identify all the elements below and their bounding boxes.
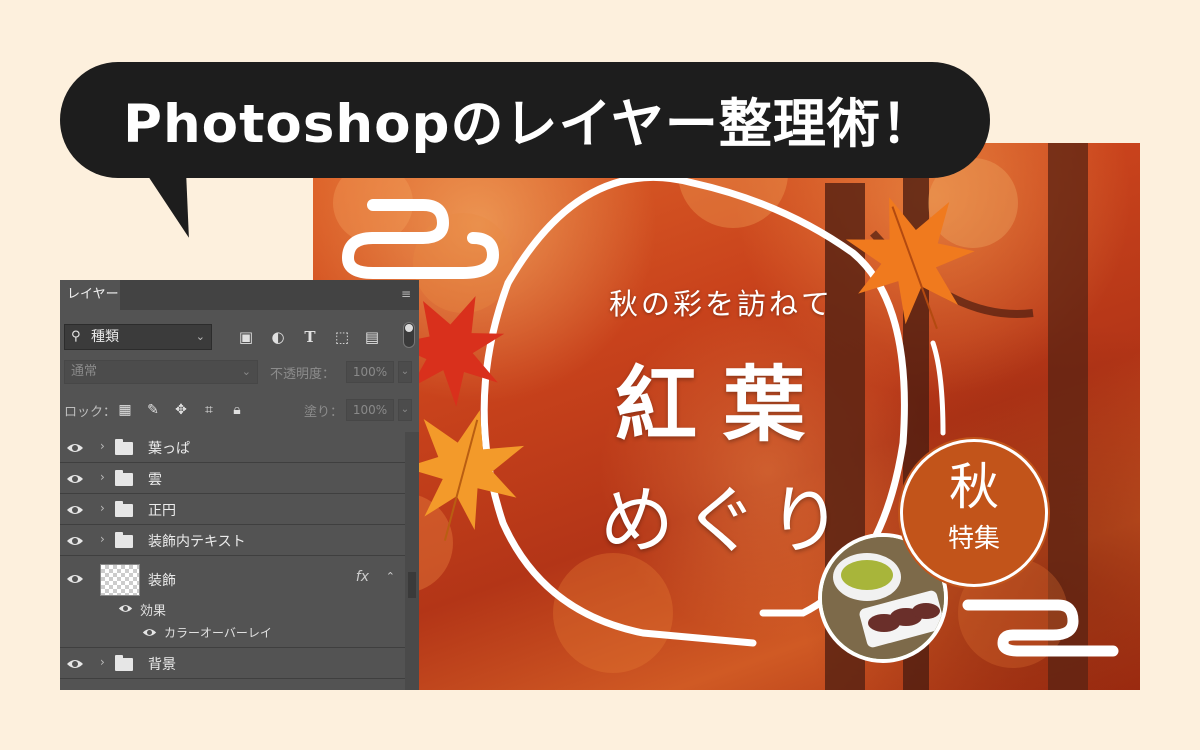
eye-icon[interactable] <box>66 570 84 588</box>
layer-name: 雲 <box>148 472 162 488</box>
fx-icon[interactable]: fx <box>356 569 369 585</box>
opacity-dropdown-icon[interactable]: ⌄ <box>398 361 412 383</box>
filter-toggle[interactable] <box>403 322 415 348</box>
opacity-label: 不透明度： <box>270 367 336 382</box>
frame-accent <box>930 340 946 436</box>
smart-object-filter-icon[interactable]: ▤ <box>362 326 382 348</box>
layer-row[interactable]: › 雲 <box>60 463 405 494</box>
folder-icon <box>115 532 133 548</box>
chevron-right-icon[interactable]: › <box>100 470 105 484</box>
eye-icon[interactable] <box>66 470 84 488</box>
image-filter-icon[interactable]: ▣ <box>236 326 256 348</box>
search-icon: ⚲ <box>71 329 81 344</box>
chevron-right-icon[interactable]: › <box>100 501 105 515</box>
lock-image-icon[interactable]: ✎ <box>144 400 162 420</box>
opacity-input[interactable]: 100% <box>346 361 394 383</box>
layer-thumbnail <box>100 564 140 596</box>
blend-mode-value: 通常 <box>71 364 98 379</box>
panel-tab-bar: レイヤー ≡ <box>60 280 419 310</box>
chevron-down-icon: ⌄ <box>241 365 251 378</box>
eye-icon[interactable] <box>142 625 157 640</box>
layer-row[interactable]: › 装飾内テキスト <box>60 525 405 556</box>
eye-icon[interactable] <box>66 655 84 673</box>
banner-tagline: 秋の彩を訪ねて <box>608 287 833 321</box>
lock-transparent-icon[interactable]: ▦ <box>116 400 134 420</box>
adjustment-filter-icon[interactable]: ◐ <box>268 326 288 348</box>
layer-name: 葉っぱ <box>148 441 190 457</box>
chevron-down-icon: ⌄ <box>195 330 205 343</box>
lock-all-icon[interactable]: 🔒︎ <box>228 400 246 420</box>
speech-bubble: Photoshopのレイヤー整理術！ <box>60 62 990 178</box>
layer-name: 背景 <box>148 657 176 673</box>
chevron-right-icon[interactable]: › <box>100 655 105 669</box>
eye-icon[interactable] <box>118 601 133 616</box>
eye-icon[interactable] <box>66 501 84 519</box>
folder-icon <box>115 439 133 455</box>
effects-label: 効果 <box>140 604 167 619</box>
lock-artboard-icon[interactable]: ⌗ <box>200 400 218 420</box>
folder-icon <box>115 501 133 517</box>
lock-position-icon[interactable]: ✥ <box>172 400 190 420</box>
badge-main-text: 秋 <box>949 458 999 516</box>
chevron-right-icon[interactable]: › <box>100 439 105 453</box>
eye-icon[interactable] <box>66 532 84 550</box>
layers-panel: レイヤー ≡ ⚲ 種類 ⌄ ▣ ◐ T ⬚ ▤ 通常 ⌄ 不透明度： 100% … <box>60 280 419 690</box>
fill-label: 塗り： <box>304 405 344 420</box>
kind-filter-value: 種類 <box>91 329 119 345</box>
banner-title-line2: めぐり <box>600 478 852 564</box>
layer-name: 正円 <box>148 503 176 519</box>
autumn-special-badge: 秋 特集 <box>900 439 1048 587</box>
layer-name: 装飾内テキスト <box>148 534 246 550</box>
fill-dropdown-icon[interactable]: ⌄ <box>398 399 412 421</box>
effect-item-label: カラーオーバーレイ <box>164 626 272 640</box>
autumn-banner: 秋の彩を訪ねて 紅葉 めぐり 秋 特集 <box>313 143 1140 690</box>
tab-layers[interactable]: レイヤー <box>60 280 120 310</box>
panel-menu-icon[interactable]: ≡ <box>401 288 413 300</box>
chevron-right-icon[interactable]: › <box>100 532 105 546</box>
headline: Photoshopのレイヤー整理術！ <box>123 94 935 155</box>
lock-label: ロック： <box>64 405 117 420</box>
folder-icon <box>115 470 133 486</box>
layer-row[interactable]: › 正円 <box>60 494 405 525</box>
layer-row[interactable]: › 葉っぱ <box>60 432 405 463</box>
folder-icon <box>115 655 133 671</box>
eye-icon[interactable] <box>66 439 84 457</box>
badge-sub-text: 特集 <box>947 524 1000 554</box>
fill-input[interactable]: 100% <box>346 399 394 421</box>
layer-name: 装飾 <box>148 573 176 589</box>
blend-mode-select[interactable]: 通常 ⌄ <box>64 360 258 384</box>
layer-row[interactable]: › 背景 <box>60 648 405 679</box>
shape-filter-icon[interactable]: ⬚ <box>332 326 352 348</box>
layer-kind-filter-select[interactable]: ⚲ 種類 ⌄ <box>64 324 212 350</box>
banner-title-line1: 紅葉 <box>614 357 831 453</box>
scrollbar-thumb[interactable] <box>408 572 416 598</box>
type-filter-icon[interactable]: T <box>300 326 320 348</box>
layer-row[interactable]: 装飾 fx ⌃ 効果 カラーオーバーレイ <box>60 556 405 648</box>
layers-scrollbar[interactable] <box>405 432 419 690</box>
chevron-up-icon[interactable]: ⌃ <box>386 570 395 583</box>
